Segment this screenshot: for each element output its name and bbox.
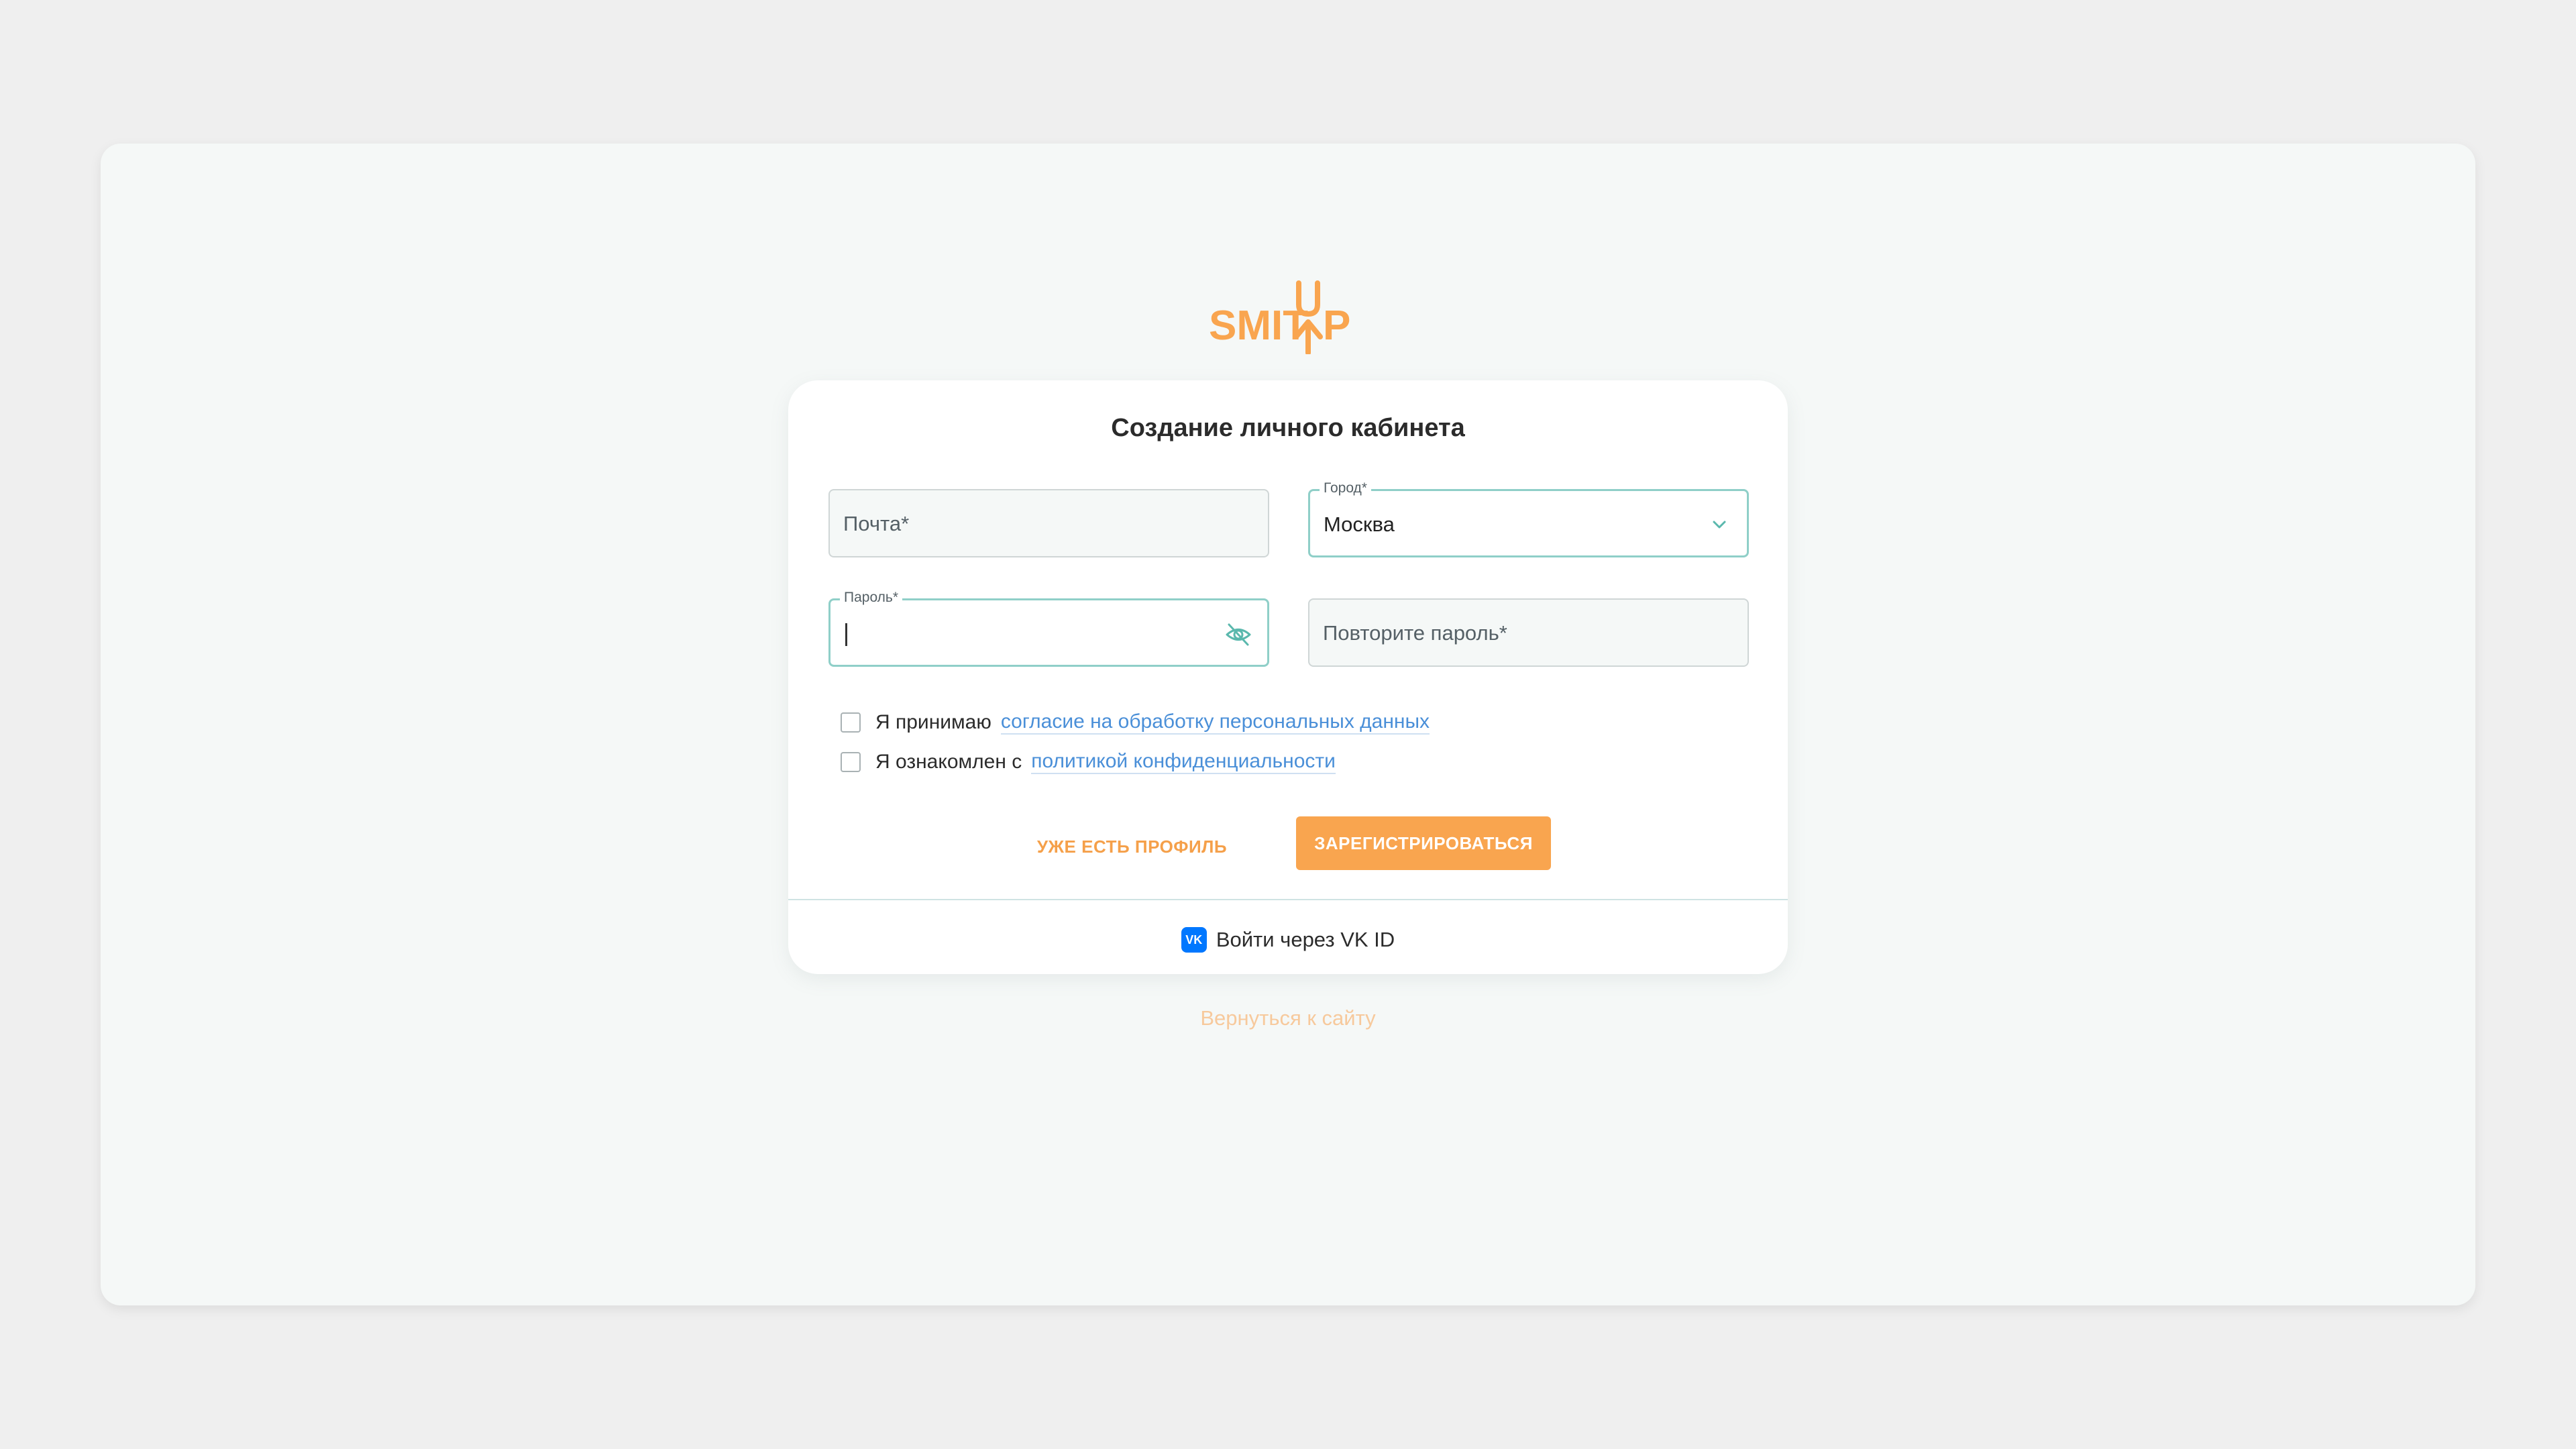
email-placeholder: Почта*	[843, 512, 910, 535]
svg-text:SMIT: SMIT	[1209, 303, 1308, 349]
consent-link[interactable]: согласие на обработку персональных данны…	[1000, 710, 1430, 735]
vk-login-label: Войти через VK ID	[1216, 928, 1395, 951]
consent-text: Я принимаю	[875, 711, 991, 733]
city-value: Москва	[1324, 513, 1395, 536]
privacy-link[interactable]: политикой конфиденциальности	[1031, 750, 1336, 774]
have-profile-button[interactable]: УЖЕ ЕСТЬ ПРОФИЛЬ	[1013, 820, 1251, 873]
password-label: Пароль*	[840, 590, 903, 606]
privacy-row: Я ознакомлен с политикой конфиденциально…	[841, 749, 1336, 775]
back-to-site-link[interactable]: Вернуться к сайту	[0, 1006, 2576, 1030]
privacy-text: Я ознакомлен с	[875, 751, 1022, 773]
registration-card: Создание личного кабинета Почта* Город* …	[788, 380, 1788, 974]
register-button[interactable]: ЗАРЕГИСТРИРОВАТЬСЯ	[1296, 816, 1551, 870]
divider	[788, 899, 1788, 900]
repeat-password-placeholder: Повторите пароль*	[1323, 621, 1507, 645]
consent-checkbox[interactable]	[841, 712, 861, 733]
smitup-logo[interactable]: SMIT P	[1208, 280, 1368, 354]
chevron-down-icon[interactable]	[1709, 517, 1729, 533]
password-field[interactable]: Пароль*	[828, 590, 1269, 667]
vk-login-button[interactable]: VK Войти через VK ID	[788, 925, 1788, 955]
repeat-password-field[interactable]: Повторите пароль*	[1308, 598, 1749, 667]
eye-off-icon[interactable]	[1224, 621, 1252, 649]
text-caret	[845, 623, 847, 646]
vk-icon: VK	[1181, 927, 1207, 953]
city-label: Город*	[1320, 480, 1371, 496]
svg-text:P: P	[1323, 303, 1350, 349]
card-title: Создание личного кабинета	[1111, 414, 1465, 442]
email-field[interactable]: Почта*	[828, 489, 1269, 557]
privacy-checkbox[interactable]	[841, 752, 861, 772]
consent-row: Я принимаю согласие на обработку персона…	[841, 709, 1430, 736]
city-select[interactable]: Город* Москва	[1308, 480, 1749, 557]
